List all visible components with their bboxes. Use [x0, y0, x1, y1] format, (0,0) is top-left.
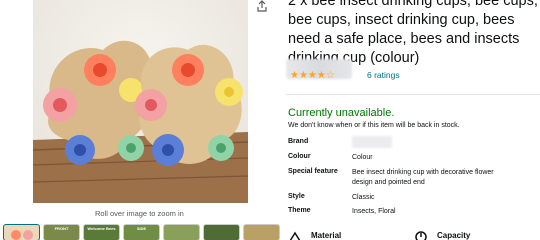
thumbnail-7[interactable]	[243, 224, 280, 240]
spec-value: Bee insect drinking cup with decorative …	[352, 169, 494, 186]
spec-value: Insects, Floral	[352, 208, 396, 215]
main-product-image[interactable]	[33, 0, 248, 203]
share-icon[interactable]	[256, 0, 270, 14]
thumbnail-4[interactable]: SIDE	[123, 224, 160, 240]
thumbnail-label: Welcome Bees	[87, 226, 116, 231]
availability-status: Currently unavailable.	[288, 107, 395, 119]
product-title: 2 x bee insect drinking cups, bee cups, …	[288, 0, 538, 66]
thumbnail-label: SIDE	[136, 226, 147, 231]
spec-key: Colour	[288, 153, 311, 160]
spec-key: Style	[288, 193, 305, 200]
ratings-count-link[interactable]: 6 ratings	[367, 70, 400, 80]
thumbnail-label: FRONT	[54, 226, 69, 231]
material-icon	[289, 230, 301, 240]
feature-material-label: Material	[311, 231, 342, 240]
thumbnail-6[interactable]	[203, 224, 240, 240]
star-rating-icon[interactable]: ★★★★☆	[290, 70, 335, 81]
zoom-hint: Roll over image to zoom in	[95, 209, 184, 218]
product-page: 2 x bee insect drinking cups, bee cups, …	[0, 0, 540, 240]
divider	[286, 94, 540, 95]
thumbnail-5[interactable]	[163, 224, 200, 240]
spec-value: Colour	[352, 154, 373, 161]
availability-note: We don't know when or if this item will …	[288, 122, 460, 129]
spec-key: Brand	[288, 138, 309, 145]
thumbnail-3[interactable]: Welcome Bees	[83, 224, 120, 240]
spec-key: Special feature	[288, 168, 338, 175]
spec-value: Classic	[352, 194, 375, 201]
spec-value-redacted	[352, 136, 392, 148]
spec-key: Theme	[288, 207, 311, 214]
product-photo	[33, 0, 248, 203]
feature-capacity-label: Capacity	[437, 231, 471, 240]
capacity-icon	[415, 230, 427, 240]
thumbnail-2[interactable]: FRONT	[43, 224, 80, 240]
thumbnail-1[interactable]	[3, 224, 40, 240]
